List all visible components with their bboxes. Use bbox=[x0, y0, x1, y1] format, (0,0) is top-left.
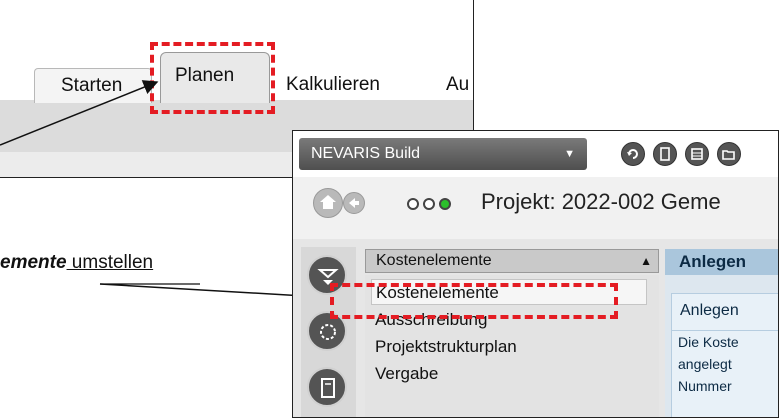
info-panel-heading: Anlegen bbox=[680, 302, 739, 319]
navigation-row: Projekt: 2022-002 Geme bbox=[293, 177, 778, 239]
tab-anlegen-label: Anlegen bbox=[679, 252, 747, 271]
annotation-rest: umstellen bbox=[66, 252, 154, 273]
module-sidebar bbox=[301, 247, 356, 417]
back-arrow-icon bbox=[349, 198, 359, 208]
document-button[interactable] bbox=[653, 142, 677, 166]
list-item-label: Projektstrukturplan bbox=[375, 337, 517, 356]
undo-icon bbox=[627, 149, 638, 159]
undo-button[interactable] bbox=[621, 142, 645, 166]
annotation-emphasis: emente bbox=[0, 252, 67, 273]
tender-icon bbox=[320, 324, 336, 340]
list-button[interactable] bbox=[685, 142, 709, 166]
divider bbox=[672, 330, 778, 331]
back-button[interactable] bbox=[343, 192, 365, 214]
workspace: Kostenelemente ▲ Kostenelemente Ausschre… bbox=[293, 239, 778, 417]
module-dropdown[interactable]: Kostenelemente ▲ bbox=[365, 249, 659, 273]
module-dropdown-label: Kostenelemente bbox=[376, 252, 492, 269]
title-bar: NEVARIS Build ▼ bbox=[293, 131, 778, 177]
right-pane: Anlegen Anlegen Die Koste angelegt Numme… bbox=[665, 249, 778, 417]
tab-anlegen[interactable]: Anlegen bbox=[665, 249, 778, 275]
app-title: NEVARIS Build bbox=[311, 145, 421, 162]
app-panel: NEVARIS Build ▼ Projekt: 2022-002 Geme K… bbox=[292, 130, 779, 418]
list-item-projektstrukturplan[interactable]: Projektstrukturplan bbox=[371, 334, 517, 360]
status-dot-icon bbox=[407, 198, 419, 210]
info-panel-text: angelegt bbox=[678, 356, 732, 372]
app-switcher[interactable]: NEVARIS Build ▼ bbox=[299, 138, 587, 170]
list-item-vergabe[interactable]: Vergabe bbox=[371, 361, 438, 387]
project-label: Projekt: 2022-002 Geme bbox=[481, 189, 721, 214]
list-icon bbox=[691, 148, 703, 160]
highlight-kostenelemente-item bbox=[330, 283, 618, 319]
folder-open-icon bbox=[722, 150, 735, 160]
home-button[interactable] bbox=[313, 188, 343, 218]
home-icon bbox=[320, 195, 336, 209]
document-icon bbox=[660, 147, 670, 161]
status-dot-icon bbox=[439, 198, 451, 210]
open-folder-button[interactable] bbox=[717, 142, 741, 166]
info-panel-text: Nummer bbox=[678, 378, 732, 394]
status-dot-icon bbox=[423, 198, 435, 210]
contract-module-button[interactable] bbox=[307, 367, 347, 407]
annotation-text: emente umstellen bbox=[0, 252, 153, 274]
contract-icon bbox=[321, 378, 335, 398]
dropdown-caret-icon: ▼ bbox=[564, 148, 575, 160]
arrow-to-planen bbox=[0, 80, 159, 146]
sort-arrow-icon: ▲ bbox=[640, 254, 652, 268]
list-item-label: Vergabe bbox=[375, 364, 439, 383]
info-panel: Anlegen Die Koste angelegt Nummer bbox=[671, 293, 778, 417]
info-panel-text: Die Koste bbox=[678, 334, 739, 350]
